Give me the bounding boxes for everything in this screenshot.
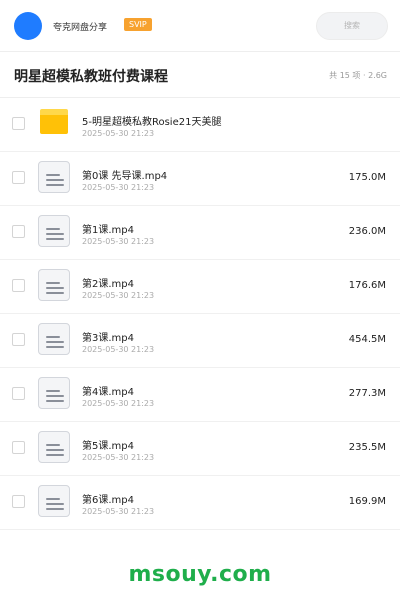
file-name: 5-明星超模私教Rosie21天美腿 xyxy=(82,117,222,128)
video-file-icon xyxy=(38,431,70,463)
file-date: 2025-05-30 21:23 xyxy=(82,345,155,354)
user-name: 夸克网盘分享 xyxy=(53,23,108,33)
page-title: 明星超模私教班付费课程 xyxy=(14,69,168,85)
svip-badge: SVIP xyxy=(124,18,152,31)
list-item[interactable]: 第1课.mp4 2025-05-30 21:23 236.0M xyxy=(0,206,400,260)
file-name: 第1课.mp4 xyxy=(82,225,134,236)
row-checkbox[interactable] xyxy=(12,279,25,292)
row-checkbox[interactable] xyxy=(12,171,25,184)
file-name: 第0课 先导课.mp4 xyxy=(82,171,168,182)
file-size: 235.5M xyxy=(348,442,386,453)
file-date: 2025-05-30 21:23 xyxy=(82,453,155,462)
row-checkbox[interactable] xyxy=(12,441,25,454)
watermark: msouy.com xyxy=(128,562,272,587)
file-name: 第6课.mp4 xyxy=(82,495,134,506)
avatar[interactable] xyxy=(14,12,42,40)
file-list: 5-明星超模私教Rosie21天美腿 2025-05-30 21:23 第0课 … xyxy=(0,98,400,530)
share-page: 夸克网盘分享 SVIP 搜索 明星超模私教班付费课程 共 15 项 · 2.6G… xyxy=(0,0,400,600)
video-file-icon xyxy=(38,323,70,355)
list-item[interactable]: 第3课.mp4 2025-05-30 21:23 454.5M xyxy=(0,314,400,368)
search-input[interactable]: 搜索 xyxy=(316,12,388,40)
video-file-icon xyxy=(38,485,70,517)
item-count: 共 15 项 · 2.6G xyxy=(329,71,387,80)
file-size: 277.3M xyxy=(348,388,386,399)
video-file-icon xyxy=(38,377,70,409)
list-item[interactable]: 第6课.mp4 2025-05-30 21:23 169.9M xyxy=(0,476,400,530)
row-checkbox[interactable] xyxy=(12,225,25,238)
list-item[interactable]: 第4课.mp4 2025-05-30 21:23 277.3M xyxy=(0,368,400,422)
list-item[interactable]: 第2课.mp4 2025-05-30 21:23 176.6M xyxy=(0,260,400,314)
file-size: 176.6M xyxy=(348,280,386,291)
list-item[interactable]: 第0课 先导课.mp4 2025-05-30 21:23 175.0M xyxy=(0,152,400,206)
header: 夸克网盘分享 SVIP 搜索 xyxy=(0,0,400,52)
row-checkbox[interactable] xyxy=(12,387,25,400)
file-date: 2025-05-30 21:23 xyxy=(82,291,155,300)
file-name: 第2课.mp4 xyxy=(82,279,134,290)
video-file-icon xyxy=(38,161,70,193)
list-item[interactable]: 5-明星超模私教Rosie21天美腿 2025-05-30 21:23 xyxy=(0,98,400,152)
file-size: 175.0M xyxy=(348,172,386,183)
file-name: 第4课.mp4 xyxy=(82,387,134,398)
file-date: 2025-05-30 21:23 xyxy=(82,507,155,516)
file-size: 454.5M xyxy=(348,334,386,345)
video-file-icon xyxy=(38,215,70,247)
file-size: 169.9M xyxy=(348,496,386,507)
file-name: 第3课.mp4 xyxy=(82,333,134,344)
file-date: 2025-05-30 21:23 xyxy=(82,237,155,246)
file-date: 2025-05-30 21:23 xyxy=(82,129,155,138)
file-size: 236.0M xyxy=(348,226,386,237)
video-file-icon xyxy=(38,269,70,301)
file-name: 第5课.mp4 xyxy=(82,441,134,452)
title-bar: 明星超模私教班付费课程 共 15 项 · 2.6G xyxy=(0,52,400,98)
file-date: 2025-05-30 21:23 xyxy=(82,399,155,408)
list-item[interactable]: 第5课.mp4 2025-05-30 21:23 235.5M xyxy=(0,422,400,476)
row-checkbox[interactable] xyxy=(12,333,25,346)
row-checkbox[interactable] xyxy=(12,495,25,508)
row-checkbox[interactable] xyxy=(12,117,25,130)
folder-icon xyxy=(38,107,70,139)
file-date: 2025-05-30 21:23 xyxy=(82,183,155,192)
